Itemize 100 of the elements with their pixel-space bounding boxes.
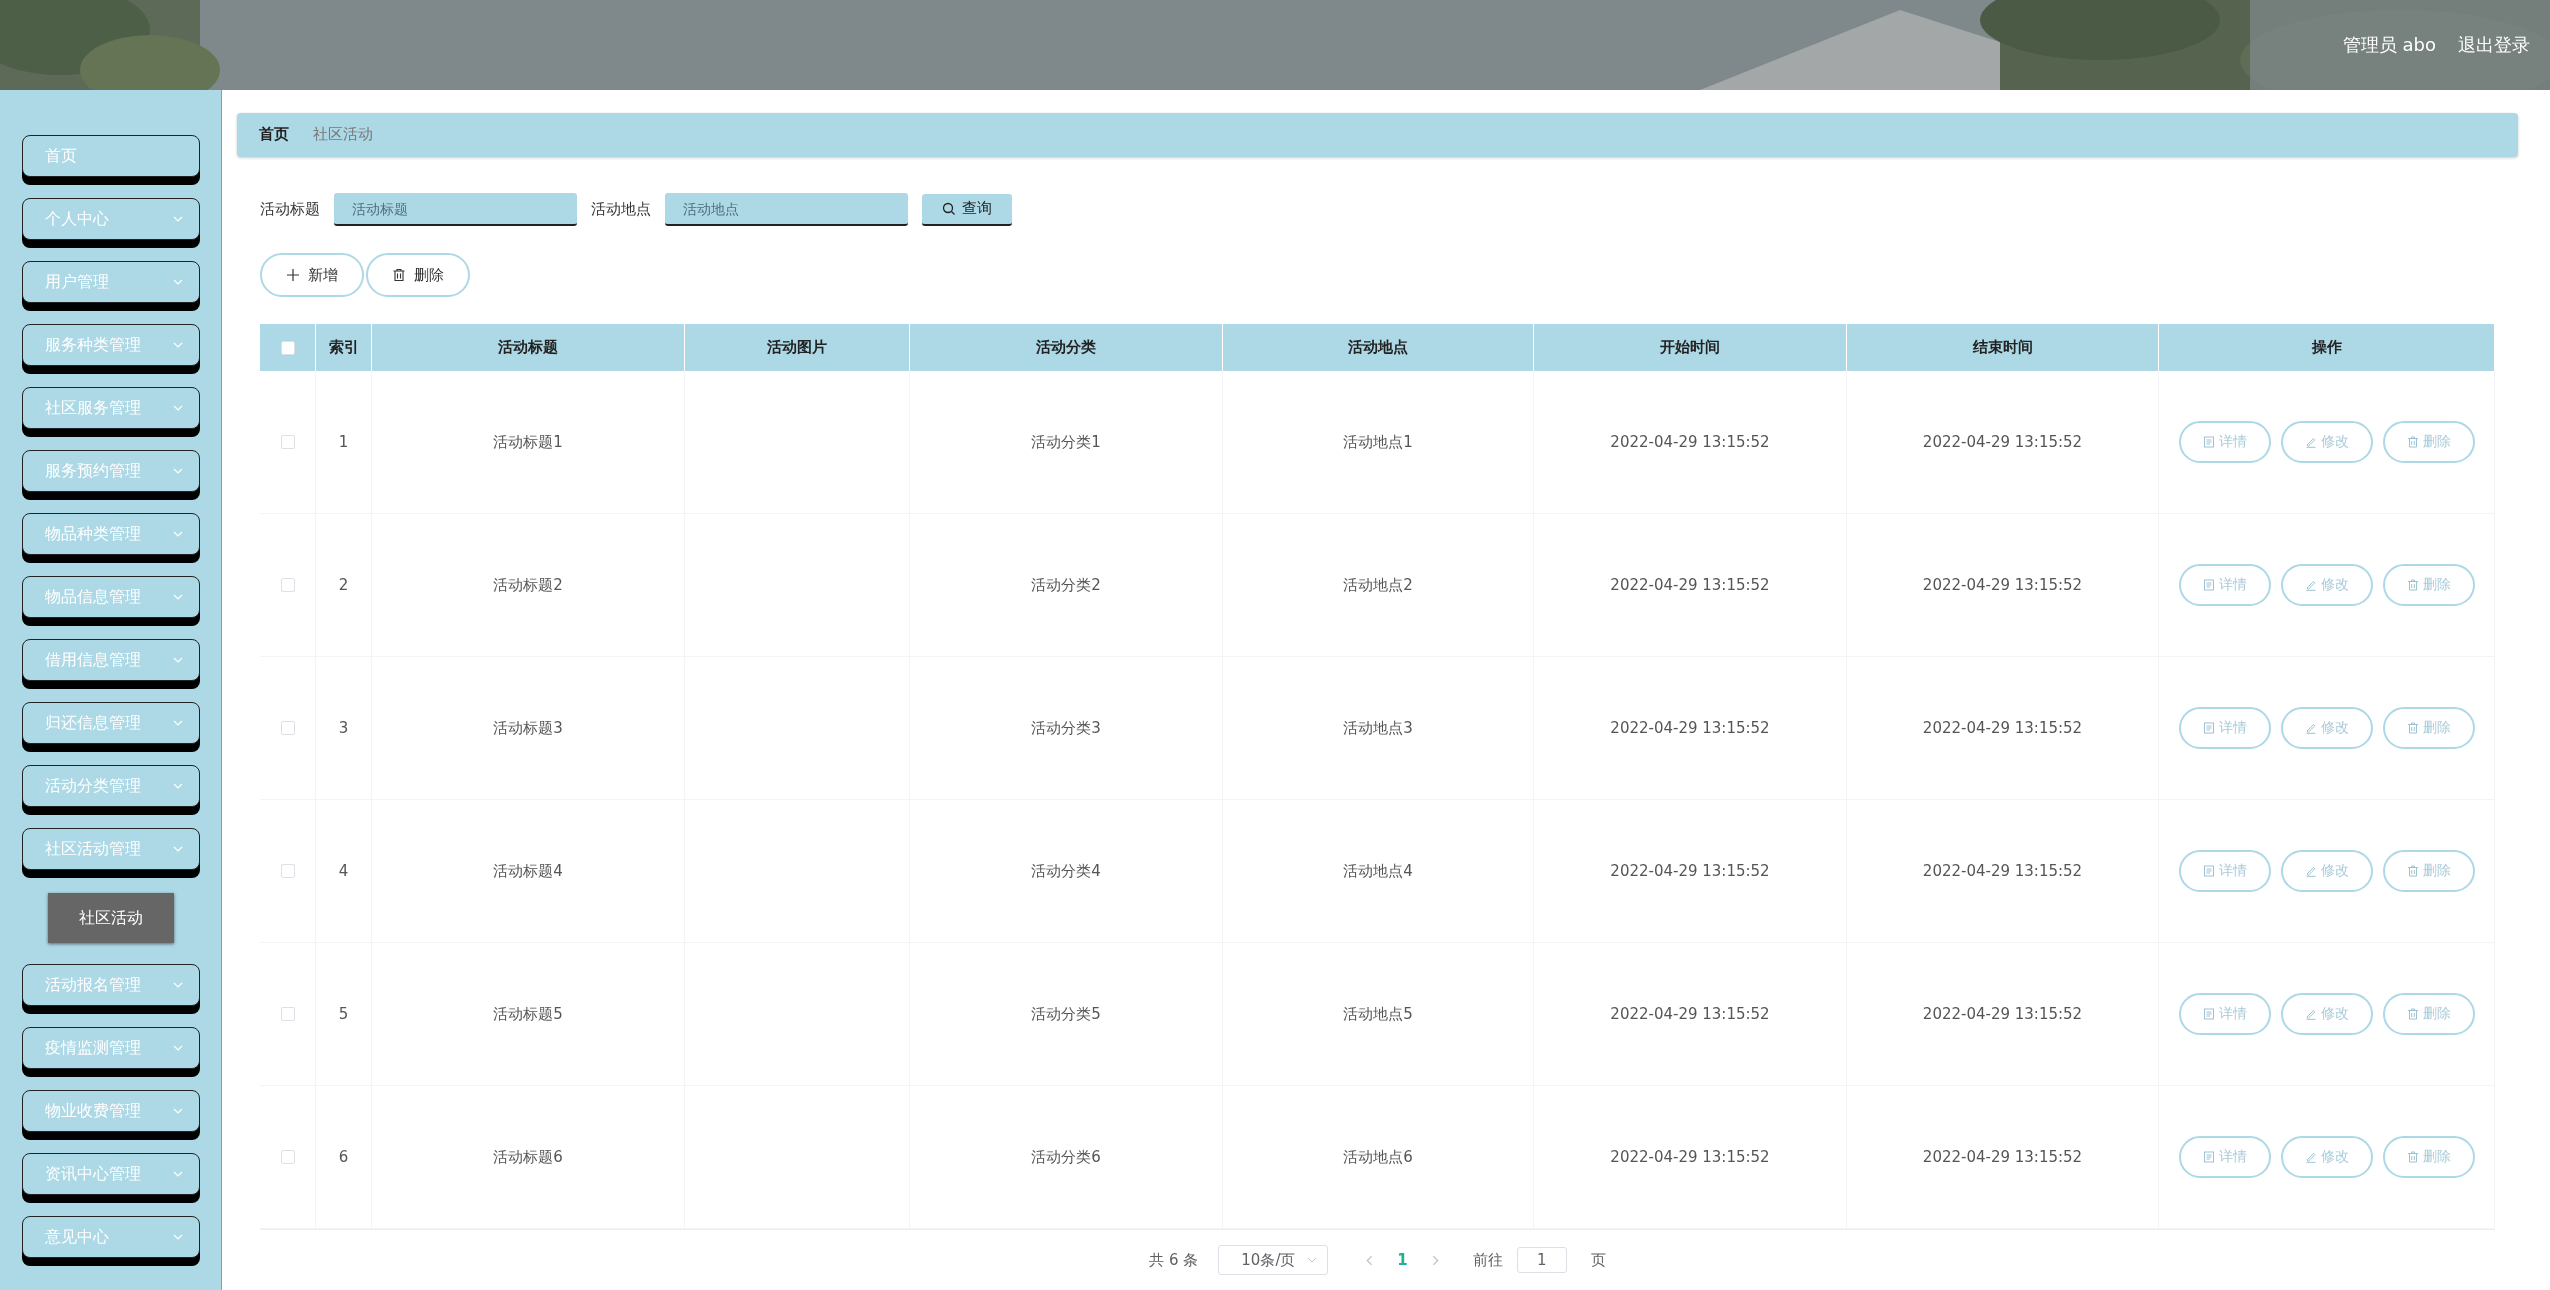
row-action-button[interactable]: 修改	[2280, 564, 2373, 607]
row-checkbox[interactable]	[280, 1007, 295, 1022]
submenu-item[interactable]: 社区活动	[47, 893, 174, 943]
table-cell: 活动地点2	[1343, 575, 1413, 595]
table-cell: 5	[338, 1005, 349, 1024]
table-cell: 活动标题5	[493, 1004, 563, 1024]
trash-icon	[2406, 1151, 2419, 1164]
table-cell: 活动地点3	[1343, 718, 1413, 738]
document-icon	[2202, 1008, 2215, 1021]
user-name: 管理员 abo	[2342, 33, 2436, 57]
field-label: 活动地点	[591, 200, 651, 220]
table-cell: 2022-04-29 13:15:52	[1922, 719, 2083, 738]
table-cell: 2022-04-29 13:15:52	[1922, 1148, 2083, 1167]
table-cell: 2022-04-29 13:15:52	[1610, 1005, 1770, 1024]
chevron-icon	[1307, 1257, 1318, 1264]
page-size-select[interactable]: 10条/页	[1218, 1245, 1329, 1276]
toolbar-button[interactable]: 删除	[366, 253, 470, 298]
logout-link[interactable]: 退出登录	[2458, 33, 2530, 57]
chevron-icon	[172, 1108, 183, 1114]
row-checkbox[interactable]	[280, 864, 295, 879]
table-cell: 活动分类2	[1031, 575, 1101, 595]
row-action-button[interactable]: 修改	[2280, 707, 2373, 750]
row-action-button[interactable]: 详情	[2178, 421, 2271, 464]
pencil-icon	[2304, 1008, 2317, 1021]
row-action-button[interactable]: 详情	[2178, 1136, 2271, 1179]
total-count: 共 6 条	[1149, 1250, 1199, 1270]
table-cell: 6	[338, 1148, 349, 1167]
row-action-button[interactable]: 修改	[2280, 421, 2373, 464]
table-cell: 2022-04-29 13:15:52	[1610, 1148, 1770, 1167]
table-cell: 2022-04-29 13:15:52	[1922, 862, 2083, 881]
row-action-button[interactable]: 删除	[2382, 993, 2475, 1036]
search-field[interactable]: 活动地点	[665, 193, 908, 227]
chevron-icon	[172, 405, 183, 411]
table-cell: 2	[338, 576, 349, 595]
field-label: 活动标题	[260, 200, 320, 220]
row-action-button[interactable]: 详情	[2178, 993, 2271, 1036]
table-cell: 活动标题2	[493, 575, 563, 595]
row-action-button[interactable]: 修改	[2280, 993, 2373, 1036]
row-action-button[interactable]: 修改	[2280, 1136, 2373, 1179]
goto-label: 前往	[1472, 1250, 1503, 1270]
chevron-icon	[172, 531, 183, 537]
pencil-icon	[2304, 436, 2317, 449]
trash-icon	[2406, 1008, 2419, 1021]
toolbar-button[interactable]: 新增	[260, 253, 364, 298]
chevron-icon	[172, 783, 183, 789]
row-action-button[interactable]: 删除	[2382, 850, 2475, 893]
column-header: 活动地点	[1223, 324, 1534, 372]
table-cell: 活动分类4	[1031, 861, 1101, 881]
document-icon	[2202, 1151, 2215, 1164]
chevron-icon	[172, 1045, 183, 1051]
table-cell: 活动标题1	[493, 432, 563, 452]
select-all-checkbox[interactable]	[280, 340, 295, 355]
row-action-button[interactable]: 详情	[2178, 564, 2271, 607]
document-icon	[2202, 579, 2215, 592]
document-icon	[2202, 722, 2215, 735]
row-checkbox[interactable]	[280, 721, 295, 736]
table-cell: 2022-04-29 13:15:52	[1922, 1005, 2083, 1024]
table-cell: 活动分类6	[1031, 1147, 1101, 1167]
trash-icon	[392, 268, 406, 283]
trash-icon	[2406, 865, 2419, 878]
row-action-button[interactable]: 详情	[2178, 707, 2271, 750]
page-number[interactable]: 1	[1397, 1251, 1408, 1270]
chevron-icon	[172, 216, 183, 222]
chevron-icon	[172, 279, 183, 285]
plus-icon	[286, 268, 300, 283]
next-page-icon[interactable]	[1431, 1254, 1439, 1266]
table-cell: 2022-04-29 13:15:52	[1610, 862, 1770, 881]
row-action-button[interactable]: 删除	[2382, 564, 2475, 607]
pencil-icon	[2304, 722, 2317, 735]
table-cell: 活动分类1	[1031, 432, 1101, 452]
chevron-icon	[172, 720, 183, 726]
row-action-button[interactable]: 修改	[2280, 850, 2373, 893]
search-field[interactable]: 活动标题	[334, 193, 577, 227]
row-action-button[interactable]: 删除	[2382, 421, 2475, 464]
row-checkbox[interactable]	[280, 578, 295, 593]
breadcrumb-item[interactable]: 首页	[259, 125, 289, 145]
table-cell: 活动标题3	[493, 718, 563, 738]
table-cell: 2022-04-29 13:15:52	[1922, 433, 2083, 452]
table-cell: 活动标题6	[493, 1147, 563, 1167]
table-cell: 活动地点1	[1343, 432, 1413, 452]
table-cell: 2022-04-29 13:15:52	[1610, 719, 1770, 738]
table-cell: 活动地点5	[1343, 1004, 1413, 1024]
row-action-button[interactable]: 删除	[2382, 707, 2475, 750]
table-cell: 活动分类3	[1031, 718, 1101, 738]
row-action-button[interactable]: 删除	[2382, 1136, 2475, 1179]
table-cell: 2022-04-29 13:15:52	[1922, 576, 2083, 595]
chevron-icon	[172, 594, 183, 600]
search-button[interactable]: 查询	[922, 193, 1012, 226]
pencil-icon	[2304, 1151, 2317, 1164]
table-cell: 4	[338, 862, 349, 881]
page-suffix: 页	[1590, 1250, 1606, 1270]
breadcrumb-item[interactable]: 社区活动	[313, 125, 373, 145]
previous-page-icon[interactable]	[1366, 1254, 1374, 1266]
row-checkbox[interactable]	[280, 1150, 295, 1165]
table-cell: 3	[338, 719, 349, 738]
column-header: 活动分类	[910, 324, 1223, 372]
chevron-icon	[172, 657, 183, 663]
row-checkbox[interactable]	[280, 435, 295, 450]
row-action-button[interactable]: 详情	[2178, 850, 2271, 893]
page-input[interactable]: 1	[1516, 1247, 1567, 1274]
